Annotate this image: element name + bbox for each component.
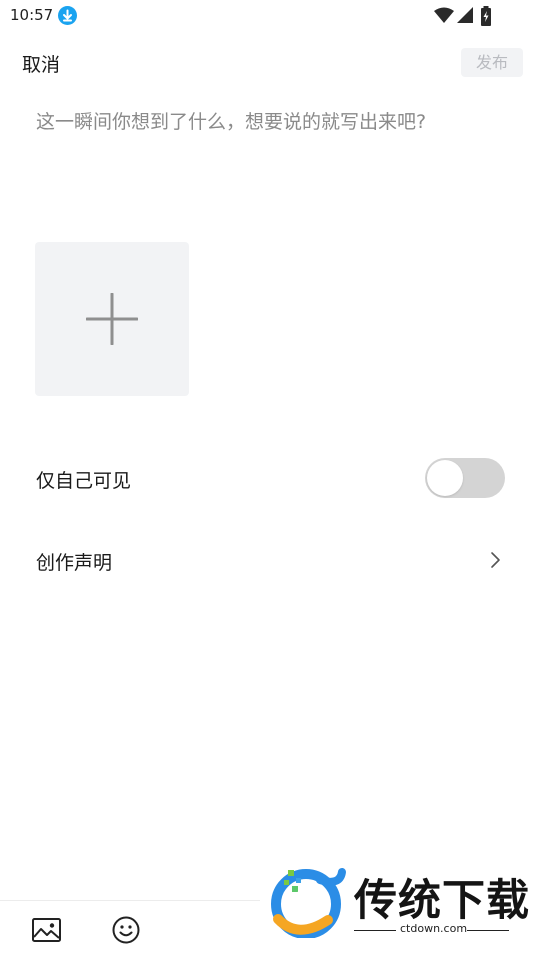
private-visibility-toggle[interactable]	[425, 458, 505, 498]
watermark-title: 传统下载	[354, 876, 530, 926]
download-icon	[58, 6, 77, 25]
add-image-button[interactable]	[35, 242, 189, 396]
publish-button[interactable]: 发布	[461, 48, 523, 77]
battery-charging-icon	[481, 6, 491, 26]
plus-icon	[86, 293, 138, 345]
watermark-line-right	[467, 930, 509, 931]
emoji-icon[interactable]	[112, 916, 140, 944]
watermark-url: ctdown.com	[400, 922, 468, 935]
post-content-input[interactable]	[36, 108, 506, 218]
ctdown-logo	[271, 868, 346, 938]
wifi-icon	[434, 7, 454, 23]
cancel-button[interactable]: 取消	[22, 50, 60, 77]
watermark: 传统下载 ctdown.com	[262, 858, 540, 960]
watermark-line-left	[354, 930, 396, 931]
toggle-knob	[427, 460, 463, 496]
chevron-right-icon	[491, 552, 500, 568]
private-visibility-label: 仅自己可见	[36, 470, 132, 492]
image-icon[interactable]	[32, 917, 61, 943]
creation-statement-row[interactable]: 创作声明	[0, 530, 540, 590]
signal-icon	[457, 7, 473, 23]
private-visibility-row: 仅自己可见	[0, 448, 540, 508]
status-time: 10:57	[10, 6, 54, 24]
creation-statement-label: 创作声明	[36, 552, 113, 574]
status-icons	[428, 6, 508, 26]
status-bar: 10:57	[0, 0, 540, 32]
bottom-toolbar	[0, 900, 260, 960]
